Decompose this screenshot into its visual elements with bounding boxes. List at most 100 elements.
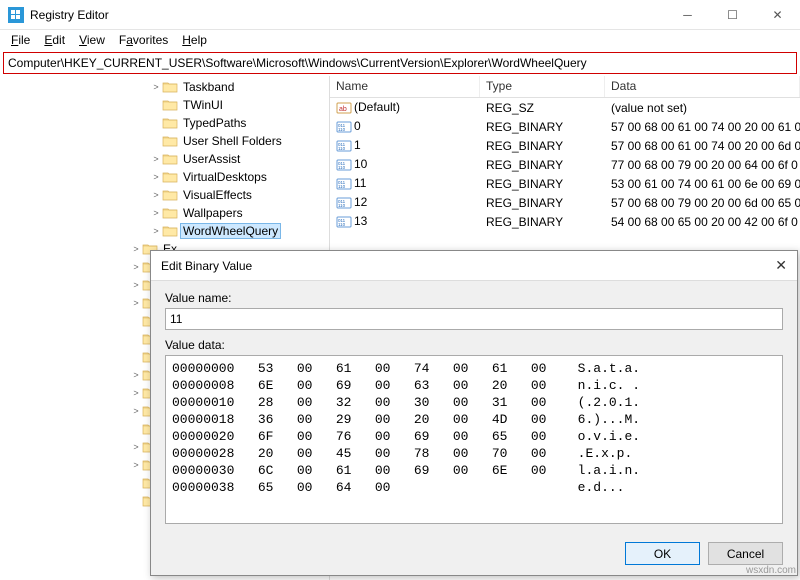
tree-item[interactable]: > WordWheelQuery bbox=[0, 222, 329, 240]
tree-toggle-icon[interactable]: > bbox=[130, 262, 142, 272]
tree-label: TWinUI bbox=[180, 97, 226, 113]
svg-text:110: 110 bbox=[338, 184, 346, 189]
value-type: REG_SZ bbox=[480, 100, 605, 116]
dialog-close-button[interactable]: ✕ bbox=[775, 257, 787, 274]
folder-icon bbox=[162, 98, 178, 112]
tree-label: Wallpapers bbox=[180, 205, 246, 221]
tree-toggle-icon[interactable]: > bbox=[150, 154, 162, 164]
tree-toggle-icon[interactable]: > bbox=[150, 172, 162, 182]
dialog-body: Value name: Value data: 00000000 53 00 6… bbox=[151, 281, 797, 534]
tree-toggle-icon[interactable]: > bbox=[130, 370, 142, 380]
folder-icon bbox=[162, 134, 178, 148]
tree-toggle-icon[interactable]: > bbox=[150, 208, 162, 218]
list-row[interactable]: 01111012 REG_BINARY57 00 68 00 79 00 20 0… bbox=[330, 193, 800, 212]
value-data: 54 00 68 00 65 00 20 00 42 00 6f 0 bbox=[605, 214, 800, 230]
svg-text:110: 110 bbox=[338, 146, 346, 151]
tree-toggle-icon[interactable]: > bbox=[130, 460, 142, 470]
dialog-buttons: OK Cancel bbox=[151, 534, 797, 575]
tree-item[interactable]: >VisualEffects bbox=[0, 186, 329, 204]
col-header-name[interactable]: Name bbox=[330, 76, 480, 97]
tree-toggle-icon[interactable]: > bbox=[130, 406, 142, 416]
value-name: 12 bbox=[354, 195, 367, 209]
tree-label: TypedPaths bbox=[180, 115, 249, 131]
folder-icon bbox=[162, 116, 178, 130]
string-value-icon: ab bbox=[336, 100, 352, 116]
tree-item[interactable]: TWinUI bbox=[0, 96, 329, 114]
menu-edit[interactable]: Edit bbox=[37, 31, 72, 49]
tree-toggle-icon[interactable]: > bbox=[150, 82, 162, 92]
window-controls: ─ ☐ ✕ bbox=[665, 0, 800, 30]
binary-value-icon: 011110 bbox=[336, 195, 352, 211]
value-data: 57 00 68 00 61 00 74 00 20 00 61 0 bbox=[605, 119, 800, 135]
svg-text:110: 110 bbox=[338, 203, 346, 208]
tree-item[interactable]: > VirtualDesktops bbox=[0, 168, 329, 186]
folder-icon bbox=[162, 224, 178, 238]
list-header: Name Type Data bbox=[330, 76, 800, 98]
cancel-button[interactable]: Cancel bbox=[708, 542, 783, 565]
dialog-title-text: Edit Binary Value bbox=[161, 259, 252, 273]
list-row[interactable]: 0111100REG_BINARY57 00 68 00 61 00 74 00… bbox=[330, 117, 800, 136]
value-type: REG_BINARY bbox=[480, 138, 605, 154]
value-name-label: Value name: bbox=[165, 291, 783, 305]
close-button[interactable]: ✕ bbox=[755, 0, 800, 30]
tree-item[interactable]: > Wallpapers bbox=[0, 204, 329, 222]
value-type: REG_BINARY bbox=[480, 195, 605, 211]
tree-item[interactable]: User Shell Folders bbox=[0, 132, 329, 150]
folder-icon bbox=[162, 188, 178, 202]
value-name: 13 bbox=[354, 214, 367, 228]
tree-toggle-icon[interactable]: > bbox=[150, 226, 162, 236]
edit-binary-dialog: Edit Binary Value ✕ Value name: Value da… bbox=[150, 250, 798, 576]
value-data: 77 00 68 00 79 00 20 00 64 00 6f 0 bbox=[605, 157, 800, 173]
value-data-hex[interactable]: 00000000 53 00 61 00 74 00 61 00 S.a.t.a… bbox=[165, 355, 783, 524]
tree-item[interactable]: TypedPaths bbox=[0, 114, 329, 132]
dialog-titlebar: Edit Binary Value ✕ bbox=[151, 251, 797, 281]
list-row[interactable]: 01111010REG_BINARY77 00 68 00 79 00 20 0… bbox=[330, 155, 800, 174]
maximize-button[interactable]: ☐ bbox=[710, 0, 755, 30]
svg-text:110: 110 bbox=[338, 165, 346, 170]
list-row[interactable]: 01111011REG_BINARY53 00 61 00 74 00 61 0… bbox=[330, 174, 800, 193]
tree-toggle-icon[interactable]: > bbox=[130, 298, 142, 308]
value-name: 0 bbox=[354, 119, 361, 133]
menu-file[interactable]: File bbox=[4, 31, 37, 49]
value-data-label: Value data: bbox=[165, 338, 783, 352]
list-row[interactable]: 01111013REG_BINARY54 00 68 00 65 00 20 0… bbox=[330, 212, 800, 231]
folder-icon bbox=[162, 152, 178, 166]
folder-icon bbox=[162, 206, 178, 220]
tree-toggle-icon[interactable]: > bbox=[130, 244, 142, 254]
col-header-type[interactable]: Type bbox=[480, 76, 605, 97]
watermark: wsxdn.com bbox=[746, 565, 796, 576]
tree-item[interactable]: >Taskband bbox=[0, 78, 329, 96]
tree-toggle-icon[interactable]: > bbox=[130, 280, 142, 290]
tree-toggle-icon[interactable]: > bbox=[150, 190, 162, 200]
value-name-input[interactable] bbox=[165, 308, 783, 330]
tree-label: User Shell Folders bbox=[180, 133, 285, 149]
value-data: 53 00 61 00 74 00 61 00 6e 00 69 0 bbox=[605, 176, 800, 192]
value-name: (Default) bbox=[354, 100, 400, 114]
tree-toggle-icon[interactable]: > bbox=[130, 388, 142, 398]
menu-help[interactable]: Help bbox=[175, 31, 214, 49]
tree-item[interactable]: > UserAssist bbox=[0, 150, 329, 168]
tree-label: WordWheelQuery bbox=[180, 223, 281, 239]
list-row[interactable]: 0111101REG_BINARY57 00 68 00 61 00 74 00… bbox=[330, 136, 800, 155]
menu-view[interactable]: View bbox=[72, 31, 112, 49]
col-header-data[interactable]: Data bbox=[605, 76, 800, 97]
folder-icon bbox=[162, 170, 178, 184]
ok-button[interactable]: OK bbox=[625, 542, 700, 565]
window-title: Registry Editor bbox=[30, 8, 109, 22]
binary-value-icon: 011110 bbox=[336, 176, 352, 192]
menu-favorites[interactable]: Favorites bbox=[112, 31, 175, 49]
binary-value-icon: 011110 bbox=[336, 214, 352, 230]
list-row[interactable]: ab(Default)REG_SZ(value not set) bbox=[330, 98, 800, 117]
app-icon bbox=[8, 7, 24, 23]
tree-label: UserAssist bbox=[180, 151, 243, 167]
value-name: 11 bbox=[354, 176, 366, 190]
svg-text:110: 110 bbox=[338, 127, 346, 132]
binary-value-icon: 011110 bbox=[336, 157, 352, 173]
value-data: 57 00 68 00 79 00 20 00 6d 00 65 0 bbox=[605, 195, 800, 211]
minimize-button[interactable]: ─ bbox=[665, 0, 710, 30]
menubar: File Edit View Favorites Help bbox=[0, 30, 800, 50]
address-bar[interactable]: Computer\HKEY_CURRENT_USER\Software\Micr… bbox=[3, 52, 797, 74]
tree-label: VirtualDesktops bbox=[180, 169, 270, 185]
address-text: Computer\HKEY_CURRENT_USER\Software\Micr… bbox=[8, 56, 587, 70]
tree-toggle-icon[interactable]: > bbox=[130, 442, 142, 452]
